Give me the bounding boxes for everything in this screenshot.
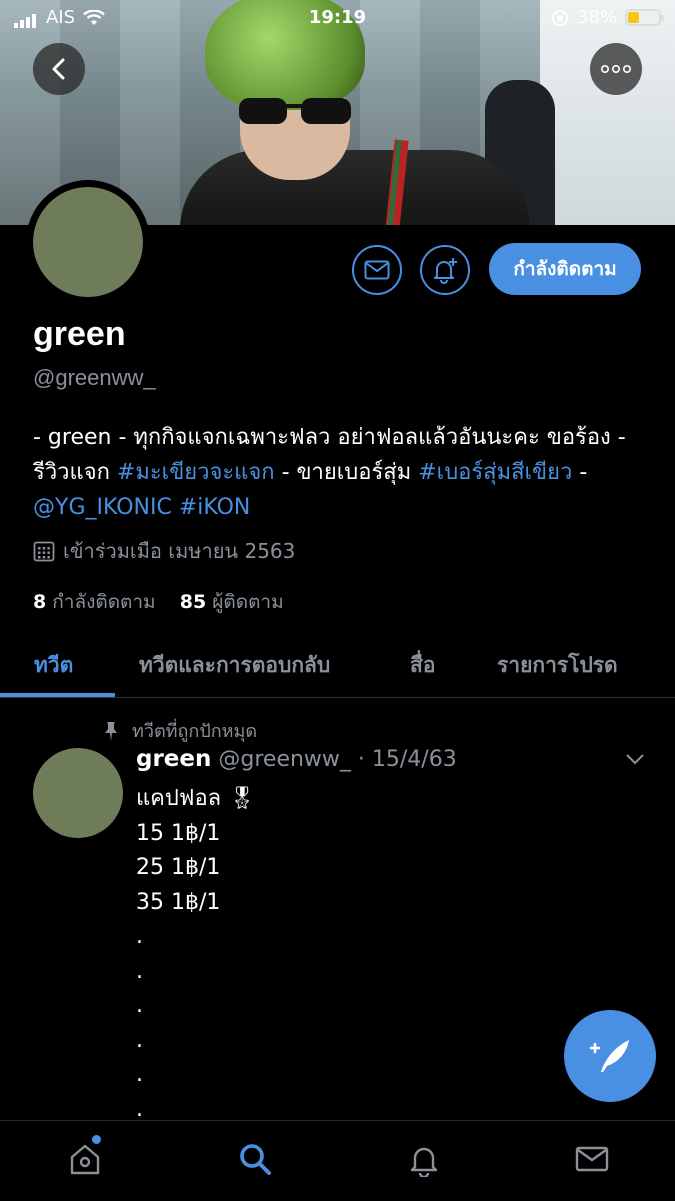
bottom-navigation [0, 1120, 675, 1201]
profile-avatar[interactable] [26, 180, 150, 304]
more-icon [601, 65, 631, 73]
mention-link[interactable]: @YG_IKONIC [33, 495, 172, 520]
tweet-line: . [136, 1062, 143, 1087]
bio-text: - [572, 460, 588, 485]
bio-text: - ขายเบอร์สุ่ม [274, 460, 419, 485]
pinned-tweet-label: ทวีตที่ถูกปักหมุด [100, 716, 257, 745]
nav-home[interactable] [65, 1139, 105, 1179]
hashtag-link[interactable]: #มะเขียวจะแจก [117, 460, 275, 485]
tweet-line: 25 1฿/1 [136, 855, 221, 880]
chevron-down-icon[interactable] [625, 752, 645, 766]
nav-search[interactable] [235, 1139, 275, 1179]
tab-tweets[interactable]: ทวีต [34, 649, 73, 682]
home-unread-dot [92, 1135, 101, 1144]
banner-sunglasses [239, 98, 351, 124]
search-icon [240, 1144, 271, 1175]
pin-icon [105, 721, 117, 741]
profile-tabs: ทวีต ทวีตและการตอบกลับ สื่อ รายการโปรด [0, 635, 675, 698]
status-bar: AIS 19:19 38% [0, 0, 675, 36]
calendar-icon [33, 541, 55, 562]
compose-tweet-button[interactable] [564, 1010, 656, 1102]
notification-bell-button[interactable] [420, 245, 470, 295]
back-button[interactable] [33, 43, 85, 95]
follow-counts: 8 กำลังติดตาม 85 ผู้ติดตาม [33, 587, 284, 617]
tweet-line: . [136, 1027, 143, 1053]
tab-likes[interactable]: รายการโปรด [497, 649, 618, 682]
chevron-left-icon [52, 58, 65, 80]
pinned-text: ทวีตที่ถูกปักหมุด [132, 721, 258, 742]
battery-icon [625, 9, 664, 26]
profile-bio: - green - ทุกกิจแจกเฉพาะฟลว อย่าฟอลแล้วอ… [33, 420, 643, 525]
followers-label: ผู้ติดตาม [212, 591, 284, 613]
tab-media[interactable]: สื่อ [410, 649, 435, 682]
bio-text [172, 495, 179, 520]
following-button[interactable]: กำลังติดตาม [489, 243, 641, 295]
mail-icon [575, 1146, 609, 1172]
tweet-line: แคปฟอล 🎖 [136, 786, 257, 811]
nav-notifications[interactable] [404, 1139, 444, 1179]
banner-shirt [180, 150, 530, 225]
tweet-line: . [136, 924, 143, 949]
tab-tweets-replies[interactable]: ทวีตและการตอบกลับ [139, 649, 330, 682]
active-tab-indicator [0, 693, 115, 697]
hashtag-link[interactable]: #เบอร์สุ่มสีเขียว [418, 460, 572, 485]
tweet-line: 15 1฿/1 [136, 820, 221, 846]
message-button[interactable] [352, 245, 402, 295]
following-label: กำลังติดตาม [52, 591, 156, 613]
joined-text: เข้าร่วมเมือ เมษายน 2563 [63, 539, 296, 563]
nav-messages[interactable] [572, 1139, 612, 1179]
followers-count: 85 [179, 591, 207, 613]
battery-percent: 38% [576, 7, 617, 28]
tweet-header: green @greenww_ · 15/4/63 [136, 746, 457, 772]
bell-icon [410, 1147, 438, 1177]
avatar-image [33, 187, 143, 297]
profile-name: green [33, 315, 126, 353]
tweet-avatar[interactable] [33, 748, 123, 838]
battery-fill [628, 12, 640, 23]
followers-link[interactable]: 85 ผู้ติดตาม [180, 591, 284, 613]
tweet-author-name[interactable]: green [136, 746, 211, 772]
home-icon [70, 1144, 100, 1175]
tweet-line: . [136, 958, 143, 984]
hashtag-link[interactable]: #iKON [179, 495, 251, 520]
more-options-button[interactable] [590, 43, 642, 95]
joined-date: เข้าร่วมเมือ เมษายน 2563 [33, 535, 295, 567]
profile-handle: @greenww_ [33, 365, 156, 390]
tweet-body[interactable]: แคปฟอล 🎖 15 1฿/1 25 1฿/1 35 1฿/1 . . . .… [136, 782, 256, 1127]
tweet-line: 35 1฿/1 [136, 889, 221, 915]
compose-feather-icon [589, 1040, 629, 1072]
bell-plus-icon [434, 258, 457, 284]
orientation-lock-icon [551, 9, 568, 26]
mail-icon [364, 260, 390, 280]
following-count: 8 [33, 591, 47, 613]
tweet-handle-date: @greenww_ · 15/4/63 [218, 747, 457, 772]
tweet-line: . [136, 993, 143, 1018]
following-link[interactable]: 8 กำลังติดตาม [33, 591, 156, 613]
